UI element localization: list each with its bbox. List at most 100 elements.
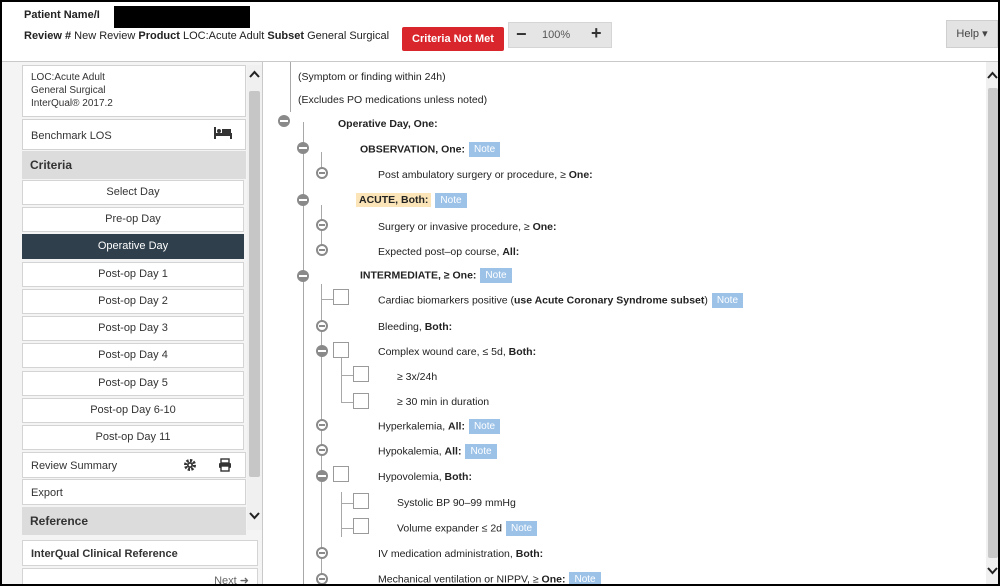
criteria-line: Hypovolemia, Both:: [378, 471, 472, 483]
note-badge[interactable]: Note: [469, 142, 501, 157]
criteria-line: Cardiac biomarkers positive (use Acute C…: [378, 293, 744, 308]
criteria-checkbox[interactable]: [353, 493, 369, 509]
zoom-in-button[interactable]: +: [591, 23, 602, 44]
collapse-toggle[interactable]: [278, 115, 290, 127]
tree-connector: [303, 122, 304, 584]
zoom-level: 100%: [542, 29, 571, 41]
tree-connector: [341, 503, 353, 504]
day-select-day[interactable]: Select Day: [22, 180, 244, 205]
review-info: Review # New Review Product LOC:Acute Ad…: [24, 28, 404, 44]
criteria-status-button[interactable]: Criteria Not Met: [402, 27, 504, 51]
collapse-toggle[interactable]: [297, 194, 309, 206]
criteria-section-header[interactable]: Criteria: [22, 151, 246, 179]
printer-icon[interactable]: [218, 458, 232, 475]
export-row[interactable]: Export: [22, 479, 246, 505]
collapse-toggle[interactable]: [297, 142, 309, 154]
subset-value: General Surgical: [307, 30, 390, 42]
criteria-line: Systolic BP 90–99 mmHg: [397, 497, 516, 509]
redacted-patient-name: [114, 6, 250, 28]
help-menu-button[interactable]: Help ▾: [946, 20, 998, 48]
note-badge[interactable]: Note: [465, 444, 497, 459]
criteria-line: (Symptom or finding within 24h): [298, 71, 446, 83]
day-post-op-2[interactable]: Post-op Day 2: [22, 289, 244, 314]
day-post-op-1[interactable]: Post-op Day 1: [22, 262, 244, 287]
chevron-up-icon[interactable]: [987, 70, 998, 82]
note-badge[interactable]: Note: [569, 572, 601, 584]
criteria-scrollbar[interactable]: [986, 62, 998, 584]
day-pre-op[interactable]: Pre-op Day: [22, 207, 244, 232]
tree-connector: [341, 402, 353, 403]
clinical-reference-link[interactable]: InterQual Clinical Reference: [22, 540, 258, 566]
note-badge[interactable]: Note: [468, 419, 501, 434]
zoom-control: − 100% +: [508, 22, 612, 48]
tree-connector: [341, 492, 342, 537]
criteria-line: Hypokalemia, All: Note: [378, 444, 497, 459]
app-window: Patient Name/I Review # New Review Produ…: [0, 0, 1000, 586]
zoom-out-button[interactable]: −: [516, 24, 527, 45]
day-post-op-11[interactable]: Post-op Day 11: [22, 425, 244, 450]
day-post-op-5[interactable]: Post-op Day 5: [22, 371, 244, 396]
chevron-up-icon[interactable]: [249, 69, 260, 81]
chevron-down-icon[interactable]: [987, 566, 998, 578]
expand-toggle[interactable]: [316, 244, 328, 256]
criteria-checkbox[interactable]: [333, 342, 349, 358]
collapse-toggle[interactable]: [316, 470, 328, 482]
criteria-checkbox[interactable]: [333, 289, 349, 305]
criteria-checkbox[interactable]: [353, 518, 369, 534]
chevron-down-icon[interactable]: [249, 511, 260, 523]
expand-toggle[interactable]: [316, 444, 328, 456]
reference-section-header[interactable]: Reference: [22, 507, 246, 535]
criteria-line: (Excludes PO medications unless noted): [298, 94, 488, 106]
expand-toggle[interactable]: [316, 419, 328, 431]
next-button[interactable]: Next ➜: [22, 568, 258, 586]
arrow-right-circle-icon: ➜: [239, 575, 249, 586]
expand-toggle[interactable]: [316, 547, 328, 559]
criteria-line: ACUTE, Both: Note: [356, 193, 467, 208]
expand-toggle[interactable]: [316, 167, 328, 179]
day-post-op-6-10[interactable]: Post-op Day 6-10: [22, 398, 244, 423]
expand-toggle[interactable]: [316, 573, 328, 584]
subset-label: Subset: [267, 30, 305, 42]
expand-toggle[interactable]: [316, 219, 328, 231]
review-summary-row[interactable]: Review Summary: [22, 452, 246, 478]
tree-connector: [341, 358, 342, 403]
review-summary-label: Review Summary: [31, 460, 118, 472]
note-badge[interactable]: Note: [711, 293, 744, 308]
gear-icon[interactable]: [183, 458, 197, 475]
note-badge[interactable]: Note: [506, 521, 538, 536]
collapse-toggle[interactable]: [297, 270, 309, 282]
product-info-line: LOC:Acute Adult: [31, 72, 105, 83]
product-info-line: InterQual® 2017.2: [31, 98, 113, 109]
day-operative[interactable]: Operative Day: [22, 234, 244, 259]
benchmark-los-button[interactable]: Benchmark LOS: [22, 119, 246, 150]
product-info-line: General Surgical: [31, 85, 106, 96]
criteria-line: Operative Day, One:: [338, 118, 438, 130]
review-label: Review #: [24, 30, 72, 42]
criteria-line: IV medication administration, Both:: [378, 548, 544, 560]
day-post-op-4[interactable]: Post-op Day 4: [22, 343, 244, 368]
criteria-tree: (Symptom or finding within 24h) (Exclude…: [264, 62, 990, 584]
day-post-op-3[interactable]: Post-op Day 3: [22, 316, 244, 341]
sidebar-scroll-thumb[interactable]: [249, 91, 260, 477]
review-value: New Review: [74, 30, 136, 42]
tree-connector: [321, 299, 333, 300]
criteria-checkbox[interactable]: [353, 366, 369, 382]
review-header: Patient Name/I Review # New Review Produ…: [2, 2, 998, 62]
benchmark-los-label: Benchmark LOS: [31, 130, 112, 142]
expand-toggle[interactable]: [316, 320, 328, 332]
criteria-checkbox[interactable]: [353, 393, 369, 409]
criteria-line: ≥ 3x/24h: [397, 371, 438, 383]
criteria-line: OBSERVATION, One: Note: [360, 142, 501, 157]
criteria-line: Post ambulatory surgery or procedure, ≥ …: [378, 169, 593, 181]
sidebar-scrollbar[interactable]: [247, 65, 262, 530]
note-badge[interactable]: Note: [435, 193, 467, 208]
bed-icon: [213, 125, 233, 144]
note-badge[interactable]: Note: [480, 268, 512, 283]
criteria-line: Expected post–op course, All:: [378, 246, 520, 258]
collapse-toggle[interactable]: [316, 345, 328, 357]
criteria-checkbox[interactable]: [333, 466, 349, 482]
criteria-scroll-thumb[interactable]: [988, 88, 998, 558]
next-label: Next: [214, 575, 237, 586]
tree-connector: [341, 375, 353, 376]
sidebar: LOC:Acute Adult General Surgical InterQu…: [2, 62, 263, 586]
